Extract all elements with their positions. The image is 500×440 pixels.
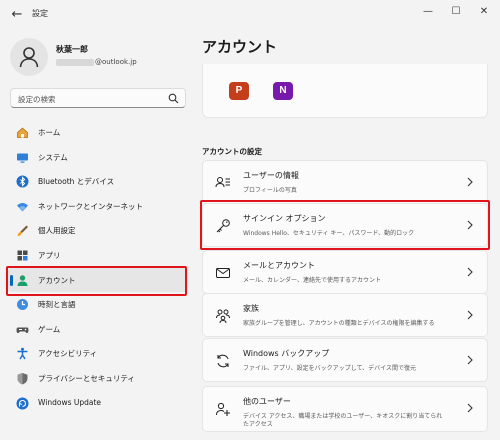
sidebar-item-bluetooth[interactable]: Bluetooth とデバイス — [8, 169, 188, 194]
card-description: ファイル、アプリ、設定をバックアップして、デバイス間で復元 — [243, 365, 416, 372]
email-redacted — [56, 58, 94, 66]
mail-icon — [216, 268, 230, 278]
sidebar-item-label: ホーム — [38, 128, 61, 137]
sidebar-item-label: アクセシビリティ — [38, 349, 98, 359]
user-info-icon — [215, 177, 230, 188]
card-description: プロフィールの写真 — [243, 187, 297, 194]
sidebar-item-privacy[interactable]: プライバシーとセキュリティ — [8, 366, 188, 391]
powerpoint-icon[interactable]: P — [229, 82, 249, 100]
card-description: デバイス アクセス、職場または学校のユーザー、キオスクに割り当てられ — [243, 413, 443, 420]
chevron-right-icon — [467, 177, 473, 187]
highlight-box-accounts — [6, 266, 187, 296]
search-input[interactable]: 設定の検索 — [10, 88, 186, 108]
back-button[interactable]: ← — [8, 6, 26, 24]
page-title: アカウント — [202, 38, 278, 56]
card-windows-backup[interactable]: Windows バックアップ ファイル、アプリ、設定をバックアップして、デバイス… — [202, 338, 488, 382]
monitor-icon — [17, 153, 28, 163]
sidebar-item-label: システム — [38, 152, 68, 162]
search-icon — [168, 93, 179, 104]
maximize-button[interactable]: ☐ — [446, 4, 466, 20]
chevron-right-icon — [467, 310, 473, 320]
chevron-right-icon — [467, 267, 473, 277]
card-email-accounts[interactable]: メールとアカウント メール、カレンダー、連絡先で使用するアカウント — [202, 250, 488, 294]
highlight-box-sign-in — [200, 200, 490, 250]
sidebar-item-label: 時刻と言語 — [38, 300, 76, 310]
sidebar-item-label: Windows Update — [38, 397, 102, 407]
user-profile[interactable]: 秋葉一郎 @outlook.jp — [10, 38, 180, 78]
brush-icon — [17, 225, 28, 237]
sidebar-item-network[interactable]: ネットワークとインターネット — [8, 194, 188, 219]
card-title: メールとアカウント — [243, 261, 315, 270]
sidebar-item-accessibility[interactable]: アクセシビリティ — [8, 341, 188, 366]
avatar — [10, 38, 48, 76]
card-title: Windows バックアップ — [243, 349, 330, 358]
card-description: 家族グループを管理し、アカウントの種類とデバイスの権限を編集する — [243, 320, 435, 327]
wifi-icon — [17, 202, 28, 212]
search-placeholder: 設定の検索 — [18, 95, 56, 104]
globe-clock-icon — [17, 299, 28, 311]
apps-icon — [17, 250, 28, 261]
card-description-line2: たアクセス — [243, 421, 273, 428]
card-description: メール、カレンダー、連絡先で使用するアカウント — [243, 277, 381, 284]
person-icon — [19, 47, 39, 68]
chevron-right-icon — [467, 403, 473, 413]
onenote-icon[interactable]: N — [273, 82, 293, 100]
backup-icon — [217, 354, 229, 368]
card-title: 家族 — [243, 304, 259, 313]
card-title: ユーザーの情報 — [243, 171, 299, 180]
home-icon — [17, 127, 28, 138]
shield-icon — [17, 372, 28, 385]
section-title: アカウントの設定 — [202, 147, 262, 156]
sidebar-item-label: アプリ — [38, 250, 61, 260]
user-email: @outlook.jp — [56, 58, 137, 66]
sidebar-item-label: ゲーム — [38, 324, 61, 334]
sidebar-item-apps[interactable]: アプリ — [8, 243, 188, 268]
accessibility-icon — [17, 348, 28, 360]
sidebar-item-personalization[interactable]: 個人用設定 — [8, 218, 188, 243]
user-name: 秋葉一郎 — [56, 45, 88, 54]
close-button[interactable]: ✕ — [474, 4, 494, 20]
controller-icon — [16, 327, 29, 333]
update-icon — [16, 397, 29, 410]
minimize-button[interactable]: — — [418, 4, 438, 20]
card-other-users[interactable]: 他のユーザー デバイス アクセス、職場または学校のユーザー、キオスクに割り当てら… — [202, 386, 488, 432]
sidebar-item-label: 個人用設定 — [38, 226, 76, 236]
card-title: 他のユーザー — [243, 397, 291, 406]
sidebar-item-windows-update[interactable]: Windows Update — [8, 391, 188, 416]
sidebar-item-label: ネットワークとインターネット — [38, 201, 143, 211]
sidebar-item-label: Bluetooth とデバイス — [38, 177, 115, 187]
chevron-right-icon — [467, 355, 473, 365]
sidebar-item-system[interactable]: システム — [8, 145, 188, 170]
title-bar: ← 設定 — ☐ ✕ — [0, 0, 500, 30]
card-family[interactable]: 家族 家族グループを管理し、アカウントの種類とデバイスの権限を編集する — [202, 293, 488, 337]
bluetooth-icon — [16, 175, 29, 188]
family-icon — [216, 309, 230, 324]
sidebar-item-home[interactable]: ホーム — [8, 120, 188, 145]
sidebar-item-gaming[interactable]: ゲーム — [8, 317, 188, 342]
card-your-info[interactable]: ユーザーの情報 プロフィールの写真 — [202, 160, 488, 204]
window-title: 設定 — [32, 9, 48, 18]
other-users-icon — [216, 402, 230, 416]
microsoft-apps-card: P N — [202, 64, 488, 118]
sidebar-item-label: プライバシーとセキュリティ — [38, 373, 135, 383]
